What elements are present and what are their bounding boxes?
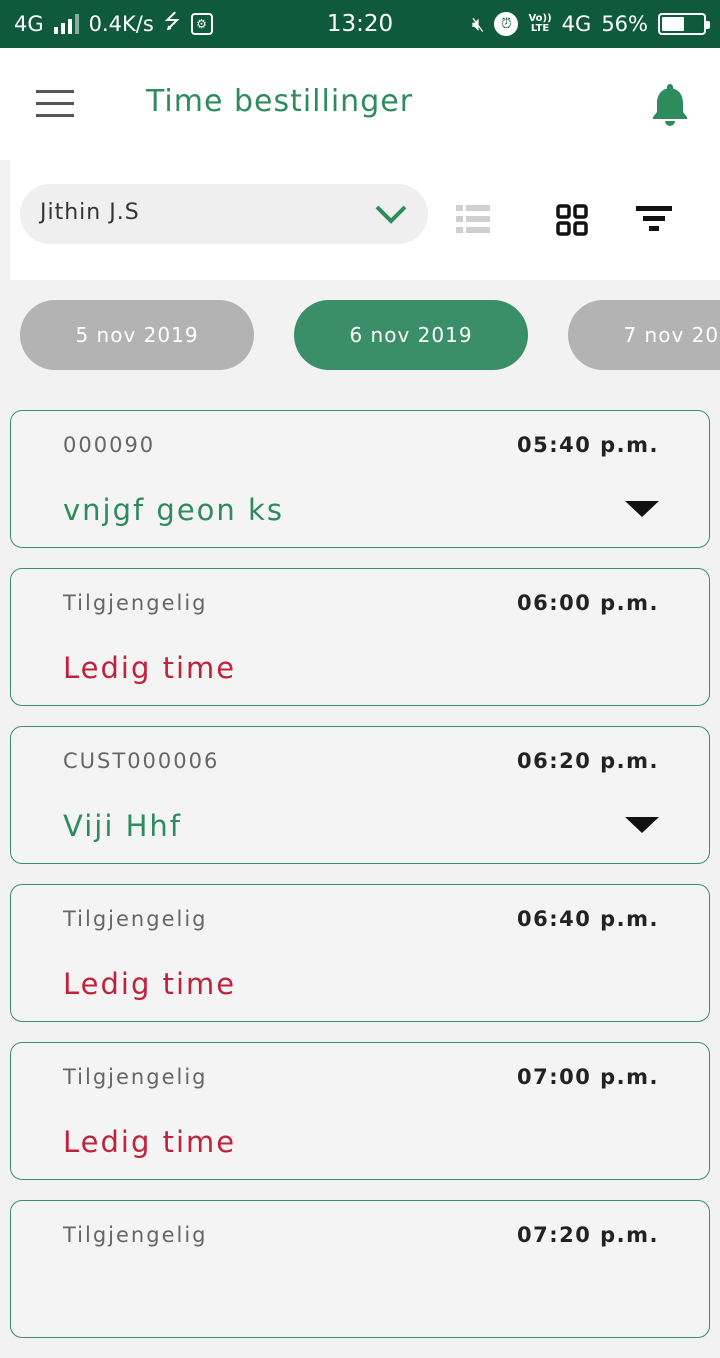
slot-status: Tilgjengelig bbox=[63, 591, 208, 615]
bell-icon[interactable] bbox=[650, 82, 690, 126]
slot-time: 05:40 p.m. bbox=[516, 433, 659, 457]
staff-dropdown-value: Jithin J.S bbox=[40, 200, 140, 225]
slot-list: 000090 05:40 p.m. vnjgf geon ks Tilgjeng… bbox=[10, 410, 710, 1358]
filter-icon[interactable] bbox=[636, 206, 672, 232]
date-pill-selected[interactable]: 6 nov 2019 bbox=[294, 300, 528, 370]
usb-icon: ⭍ bbox=[163, 9, 181, 33]
list-view-icon[interactable] bbox=[456, 204, 490, 234]
battery-percent: 56% bbox=[601, 12, 648, 36]
status-left: 4G 0.4K/s ⭍ ⚙ bbox=[14, 7, 213, 41]
slot-status: Tilgjengelig bbox=[63, 1065, 208, 1089]
slot-card[interactable]: 000090 05:40 p.m. vnjgf geon ks bbox=[10, 410, 710, 548]
slot-customer-name: vnjgf geon ks bbox=[63, 493, 284, 527]
chevron-down-icon bbox=[375, 205, 407, 224]
app-bar: Time bestillinger bbox=[0, 48, 720, 160]
slot-time: 06:40 p.m. bbox=[516, 907, 659, 931]
volte-icon: Vo)) LTE bbox=[528, 13, 552, 34]
network-type-2: 4G bbox=[561, 12, 592, 36]
slot-free-label: Ledig time bbox=[63, 967, 237, 1001]
caret-down-icon[interactable] bbox=[625, 499, 659, 519]
date-strip: 5 nov 2019 6 nov 2019 7 nov 2019 bbox=[0, 300, 720, 370]
filter-row: Jithin J.S bbox=[10, 160, 720, 280]
network-speed: 0.4K/s bbox=[88, 12, 154, 36]
slot-time: 06:20 p.m. bbox=[516, 749, 659, 773]
slot-time: 07:00 p.m. bbox=[516, 1065, 659, 1089]
slot-card[interactable]: Tilgjengelig 06:00 p.m. Ledig time bbox=[10, 568, 710, 706]
signal-icon bbox=[53, 14, 79, 34]
status-right: 🔇︎ ⏰︎ Vo)) LTE 4G 56% bbox=[471, 12, 710, 36]
alarm-icon: ⏰︎ bbox=[494, 12, 519, 36]
slot-card[interactable]: Tilgjengelig 07:20 p.m. bbox=[10, 1200, 710, 1338]
caret-down-icon[interactable] bbox=[625, 815, 659, 835]
slot-customer-id: CUST000006 bbox=[63, 749, 220, 773]
slot-free-label: Ledig time bbox=[63, 1125, 237, 1159]
mute-icon: 🔇︎ bbox=[471, 12, 485, 36]
network-type: 4G bbox=[14, 12, 44, 36]
status-bar: 4G 0.4K/s ⭍ ⚙ 13:20 🔇︎ ⏰︎ Vo)) LTE 4G 56… bbox=[0, 0, 720, 48]
date-pill[interactable]: 5 nov 2019 bbox=[20, 300, 254, 370]
slot-status: Tilgjengelig bbox=[63, 907, 208, 931]
battery-fill bbox=[662, 17, 684, 31]
slot-card[interactable]: Tilgjengelig 07:00 p.m. Ledig time bbox=[10, 1042, 710, 1180]
grid-view-icon[interactable] bbox=[556, 204, 588, 236]
staff-dropdown[interactable]: Jithin J.S bbox=[20, 184, 428, 244]
slot-customer-name: Viji Hhf bbox=[63, 809, 182, 843]
menu-icon[interactable] bbox=[36, 90, 76, 118]
battery-icon bbox=[658, 13, 710, 35]
slot-free-label: Ledig time bbox=[63, 651, 237, 685]
slot-time: 06:00 p.m. bbox=[516, 591, 659, 615]
slot-card[interactable]: Tilgjengelig 06:40 p.m. Ledig time bbox=[10, 884, 710, 1022]
slot-card[interactable]: CUST000006 06:20 p.m. Viji Hhf bbox=[10, 726, 710, 864]
page-title: Time bestillinger bbox=[146, 84, 414, 119]
date-pill[interactable]: 7 nov 2019 bbox=[568, 300, 720, 370]
slot-time: 07:20 p.m. bbox=[516, 1223, 659, 1247]
slot-status: Tilgjengelig bbox=[63, 1223, 208, 1247]
usb-debug-icon: ⚙ bbox=[190, 13, 213, 35]
slot-customer-id: 000090 bbox=[63, 433, 156, 457]
